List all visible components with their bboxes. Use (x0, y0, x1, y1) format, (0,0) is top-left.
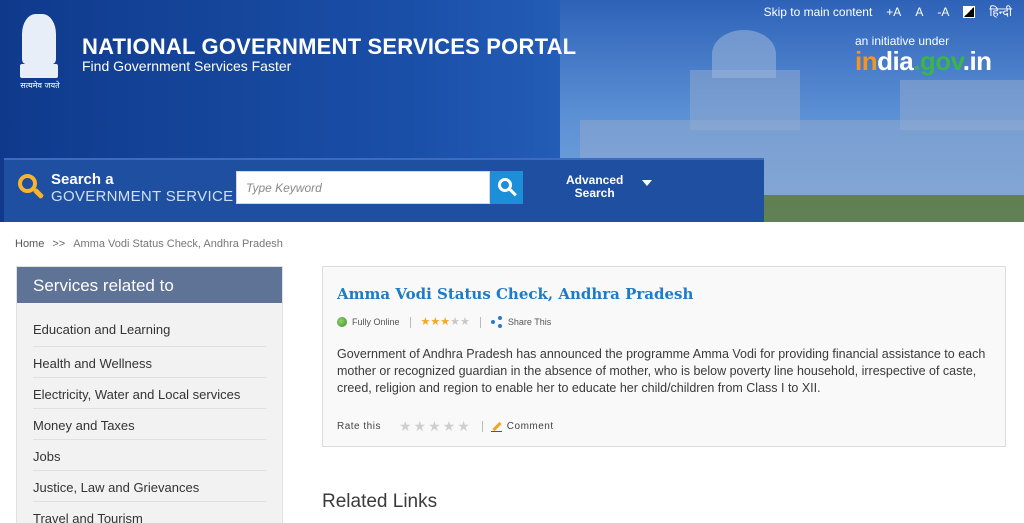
advanced-search-button[interactable]: Advanced Search (566, 174, 623, 200)
accessibility-bar: Skip to main content +A A -A हिन्दी (750, 3, 1012, 20)
star-icon: ★ (460, 315, 470, 328)
rate-star-icon[interactable]: ★ (428, 419, 441, 433)
building-right-wing (900, 80, 1024, 130)
meta-divider (409, 316, 411, 328)
sidebar-item-electricity-water[interactable]: Electricity, Water and Local services (33, 378, 266, 409)
service-description: Government of Andhra Pradesh has announc… (337, 347, 986, 395)
font-increase-button[interactable]: +A (886, 5, 901, 19)
india-gov-logo[interactable]: india.gov.in (855, 46, 992, 77)
breadcrumb-home-link[interactable]: Home (15, 238, 44, 250)
contrast-toggle-icon[interactable] (963, 5, 976, 18)
search-icon (18, 174, 45, 200)
breadcrumb-current: Amma Vodi Status Check, Andhra Pradesh (73, 238, 283, 250)
font-normal-button[interactable]: A (915, 5, 923, 19)
star-icon: ★ (450, 315, 461, 328)
service-card: Amma Vodi Status Check, Andhra Pradesh F… (322, 266, 1006, 447)
chevron-down-icon[interactable] (642, 180, 652, 186)
rate-star-icon[interactable]: ★ (414, 419, 427, 433)
sidebar-item-jobs[interactable]: Jobs (33, 440, 266, 471)
breadcrumb-separator: >> (52, 238, 66, 250)
sidebar-list: Education and Learning Health and Wellne… (17, 309, 282, 523)
site-header: सत्यमेव जयते NATIONAL GOVERNMENT SERVICE… (0, 0, 1024, 222)
sidebar-item-travel-tourism[interactable]: Travel and Tourism (33, 502, 266, 523)
language-hindi-link[interactable]: हिन्दी (989, 3, 1012, 20)
sidebar-item-justice-law[interactable]: Justice, Law and Grievances (33, 471, 266, 502)
national-emblem-logo[interactable]: सत्यमेव जयते (14, 14, 64, 90)
rate-star-icon[interactable]: ★ (399, 419, 412, 433)
share-icon[interactable] (490, 316, 503, 328)
portal-subtitle: Find Government Services Faster (82, 58, 292, 74)
search-panel: Search a GOVERNMENT SERVICE Advanced Sea… (4, 158, 764, 222)
status-badge: Fully Online (352, 317, 400, 327)
search-button[interactable] (490, 171, 523, 204)
related-links-heading: Related Links (322, 491, 438, 512)
meta-divider (479, 316, 481, 328)
font-decrease-button[interactable]: -A (937, 5, 949, 19)
star-icon: ★ (430, 315, 441, 328)
sidebar-heading: Services related to (17, 267, 282, 303)
rate-star-icon[interactable]: ★ (443, 419, 456, 433)
breadcrumb: Home >> Amma Vodi Status Check, Andhra Pra… (15, 238, 283, 250)
service-meta: Fully Online ★ ★ ★ ★ ★ Share This (337, 316, 551, 328)
building-center-block (690, 70, 800, 130)
rate-star-icon[interactable]: ★ (457, 419, 470, 433)
search-input[interactable] (236, 171, 490, 204)
rate-row: Rate this ★ ★ ★ ★ ★ Comment (337, 419, 554, 433)
skip-to-main-link[interactable]: Skip to main content (764, 5, 873, 19)
search-heading-line2: GOVERNMENT SERVICE (51, 188, 234, 205)
pencil-icon (490, 421, 502, 432)
emblem-motto: सत्यमेव जयते (20, 81, 60, 90)
rate-label: Rate this (337, 420, 381, 432)
globe-icon (337, 317, 347, 327)
comment-link[interactable]: Comment (507, 421, 554, 432)
rating-stars: ★ ★ ★ ★ ★ (420, 315, 470, 328)
portal-title[interactable]: NATIONAL GOVERNMENT SERVICES PORTAL (82, 34, 576, 60)
rate-stars-input[interactable]: ★ ★ ★ ★ ★ (399, 419, 472, 433)
share-link[interactable]: Share This (508, 317, 551, 327)
sidebar-item-health[interactable]: Health and Wellness (33, 347, 266, 378)
star-icon: ★ (440, 315, 451, 328)
advanced-search-label-line2: Search (574, 186, 615, 200)
star-icon: ★ (420, 315, 431, 328)
rate-divider (481, 420, 483, 432)
sidebar-item-money-taxes[interactable]: Money and Taxes (33, 409, 266, 440)
related-services-sidebar: Services related to Education and Learni… (16, 266, 283, 523)
sidebar-item-education[interactable]: Education and Learning (33, 309, 266, 347)
building-dome (712, 30, 776, 78)
service-title-link[interactable]: Amma Vodi Status Check, Andhra Pradesh (337, 285, 693, 303)
search-heading-line1: Search a (51, 171, 114, 188)
